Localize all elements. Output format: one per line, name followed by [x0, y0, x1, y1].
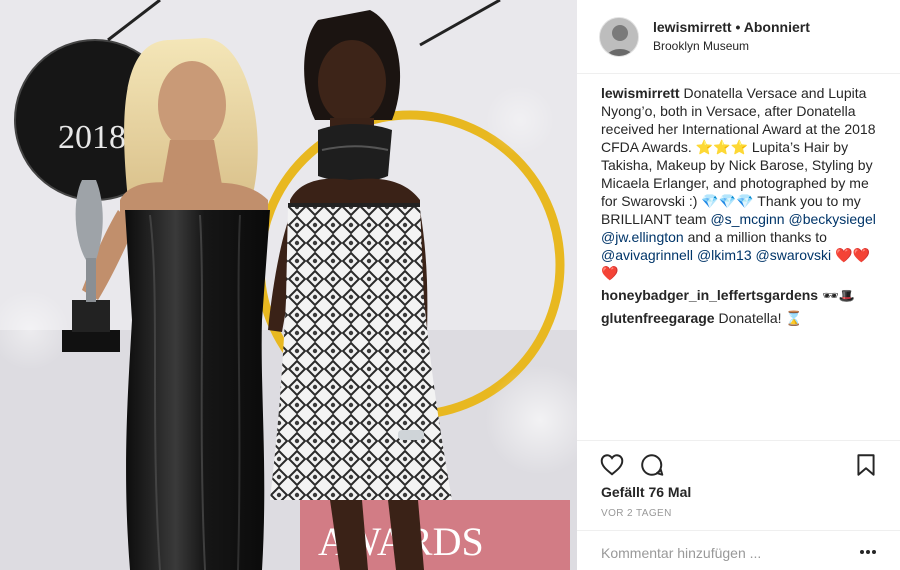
- mention-link[interactable]: @jw.ellington: [601, 229, 684, 245]
- post-side-panel: lewismirrett • Abonniert Brooklyn Museum…: [577, 0, 900, 570]
- post-header: lewismirrett • Abonniert Brooklyn Museum: [577, 0, 900, 74]
- header-separator: •: [735, 19, 741, 35]
- photo-illustration: 2018 AWARDS: [0, 0, 577, 570]
- mention-link[interactable]: @beckysiegel: [788, 211, 875, 227]
- mention-link[interactable]: @s_mcginn: [710, 211, 784, 227]
- mention-link[interactable]: @swarovski: [756, 247, 832, 263]
- comment-username[interactable]: glutenfreegarage: [601, 310, 715, 326]
- more-options-icon[interactable]: [859, 549, 877, 555]
- bookmark-icon[interactable]: [853, 452, 879, 478]
- avatar-image: [600, 18, 638, 56]
- header-line: lewismirrett • Abonniert: [653, 19, 810, 35]
- heart-icon[interactable]: [599, 452, 625, 478]
- header-username[interactable]: lewismirrett: [653, 19, 732, 35]
- comment-icon[interactable]: [639, 452, 665, 478]
- post-photo[interactable]: 2018 AWARDS: [0, 0, 577, 570]
- mention-link[interactable]: @lkim13: [697, 247, 752, 263]
- comment-item: glutenfreegarage Donatella! ⌛: [601, 309, 881, 327]
- comment-text: 🕶🎩: [821, 288, 855, 303]
- gem-emoji: 💎💎💎: [701, 193, 754, 209]
- location-link[interactable]: Brooklyn Museum: [653, 39, 749, 53]
- mention-link[interactable]: @avivagrinnell: [601, 247, 693, 263]
- follow-status[interactable]: Abonniert: [744, 19, 810, 35]
- comment-input[interactable]: [601, 545, 841, 561]
- year-text: 2018: [58, 119, 126, 156]
- caption: lewismirrett Donatella Versace and Lupit…: [601, 84, 881, 282]
- likes-count[interactable]: Gefällt 76 Mal: [601, 484, 691, 500]
- avatar[interactable]: [599, 17, 639, 57]
- comment-item: honeybadger_in_leffertsgardens 🕶🎩: [601, 286, 881, 305]
- comment-username[interactable]: honeybadger_in_leffertsgardens: [601, 287, 818, 303]
- caption-username[interactable]: lewismirrett: [601, 85, 680, 101]
- star-emoji: ⭐⭐⭐: [695, 139, 748, 155]
- comment-text: Donatella! ⌛: [718, 310, 803, 326]
- caption-text-4: and a million thanks to: [683, 229, 827, 245]
- instagram-post: 2018 AWARDS: [0, 0, 900, 570]
- comments-list: lewismirrett Donatella Versace and Lupit…: [601, 84, 881, 331]
- post-timestamp: VOR 2 TAGEN: [601, 508, 672, 519]
- add-comment-bar: [577, 530, 900, 570]
